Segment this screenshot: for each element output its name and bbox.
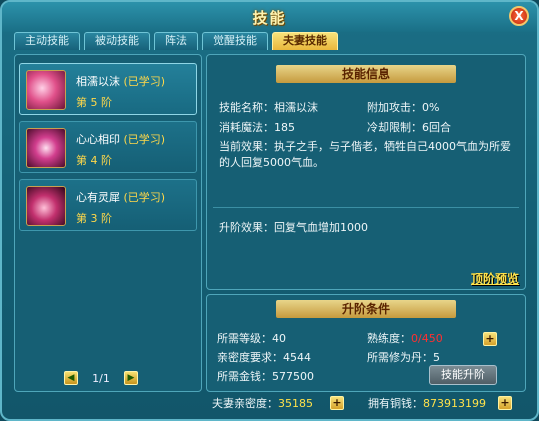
skill-name: 相濡以沫 — [76, 75, 120, 88]
skill-list-panel: 相濡以沫 (已学习) 第 5 阶 心心相印 (已学习) 第 4 阶 心有灵犀 (… — [14, 54, 202, 392]
skill-name: 心心相印 — [76, 133, 120, 146]
tab-formation[interactable]: 阵法 — [154, 32, 198, 50]
skill-level: 第 4 阶 — [76, 154, 112, 167]
skill-level: 第 3 阶 — [76, 212, 112, 225]
add-intimacy-button[interactable]: + — [330, 396, 344, 410]
pill-requirement: 所需修为丹：5 — [367, 351, 440, 364]
coins-label: 拥有铜钱： — [368, 397, 423, 410]
page-indicator: 1/1 — [92, 371, 110, 385]
couple-intimacy-value: 35185 — [278, 397, 313, 410]
tab-passive-skills[interactable]: 被动技能 — [84, 32, 150, 50]
close-button[interactable]: X — [509, 6, 529, 26]
couple-intimacy-label: 夫妻亲密度： — [212, 397, 278, 410]
intimacy-requirement: 亲密度要求：4544 — [217, 351, 311, 364]
add-proficiency-button[interactable]: + — [483, 332, 497, 346]
tab-active-skills[interactable]: 主动技能 — [14, 32, 80, 50]
tab-awaken-skills[interactable]: 觉醒技能 — [202, 32, 268, 50]
heart-seal-icon — [26, 128, 66, 168]
skill-name-line: 技能名称：相濡以沫 — [219, 101, 318, 114]
pager: ◀ 1/1 ▶ — [64, 370, 138, 386]
skill-learned-status: (已学习) — [123, 191, 166, 204]
tab-bar: 主动技能 被动技能 阵法 觉醒技能 夫妻技能 — [14, 32, 338, 50]
money-requirement: 所需金钱：577500 — [217, 370, 314, 383]
skill-info-panel: 技能信息 技能名称：相濡以沫 附加攻击：0% 消耗魔法：185 冷却限制：6回合… — [206, 54, 526, 290]
upgrade-effect-text: 升阶效果：回复气血增加1000 — [219, 221, 368, 234]
tab-couple-skills[interactable]: 夫妻技能 — [272, 32, 338, 50]
mana-cost-line: 消耗魔法：185 — [219, 121, 295, 134]
bottom-status-bar: 夫妻亲密度：35185 + 拥有铜钱：873913199 + — [212, 395, 532, 411]
window-title: 技能 — [252, 9, 287, 27]
heart-swirl-icon — [26, 186, 66, 226]
level-requirement: 所需等级：40 — [217, 332, 286, 345]
skill-name: 心有灵犀 — [76, 191, 120, 204]
add-coins-button[interactable]: + — [498, 396, 512, 410]
hearts-embrace-icon — [26, 70, 66, 110]
skill-upgrade-button[interactable]: 技能升阶 — [429, 365, 497, 385]
skill-item[interactable]: 心心相印 (已学习) 第 4 阶 — [19, 121, 197, 173]
title-bar: 技能 X — [2, 2, 537, 32]
proficiency-value: 0/450 — [411, 332, 443, 345]
skill-level: 第 5 阶 — [76, 96, 112, 109]
skill-item[interactable]: 相濡以沫 (已学习) 第 5 阶 — [19, 63, 197, 115]
current-effect-text: 当前效果：执子之手，与子偕老，牺牲自己4000气血为所爱的人回复5000气血。 — [219, 140, 511, 169]
extra-attack-line: 附加攻击：0% — [367, 101, 440, 114]
skill-learned-status: (已学习) — [123, 133, 166, 146]
top-tier-preview-link[interactable]: 顶阶预览 — [471, 270, 519, 287]
conditions-header: 升阶条件 — [276, 300, 456, 318]
skill-item[interactable]: 心有灵犀 (已学习) 第 3 阶 — [19, 179, 197, 231]
coins-value: 873913199 — [423, 397, 486, 410]
skills-window: 技能 X 主动技能 被动技能 阵法 觉醒技能 夫妻技能 相濡以沫 (已学习) 第… — [0, 0, 539, 421]
upgrade-conditions-panel: 升阶条件 所需等级：40 熟练度：0/450 + 亲密度要求：4544 所需修为… — [206, 294, 526, 392]
next-page-button[interactable]: ▶ — [124, 371, 138, 385]
divider — [213, 207, 519, 208]
prev-page-button[interactable]: ◀ — [64, 371, 78, 385]
cooldown-line: 冷却限制：6回合 — [367, 121, 451, 134]
skill-learned-status: (已学习) — [123, 75, 166, 88]
skill-info-header: 技能信息 — [276, 65, 456, 83]
proficiency-label: 熟练度： — [367, 332, 411, 345]
